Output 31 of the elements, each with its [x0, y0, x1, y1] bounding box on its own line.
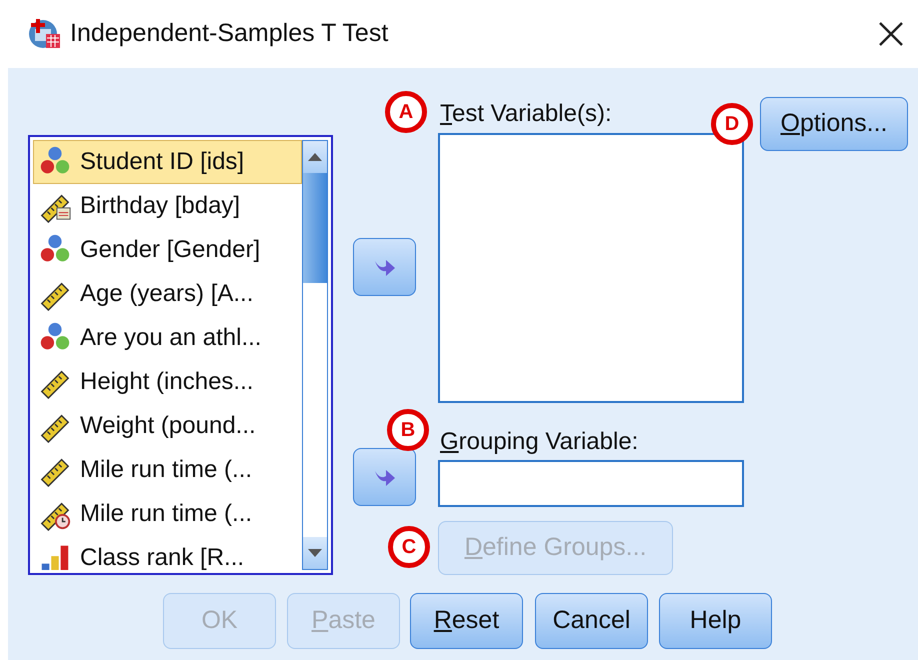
dialog-button[interactable]: Help — [659, 593, 772, 649]
window-title: Independent-Samples T Test — [70, 18, 390, 50]
variable-item[interactable]: Mile run time (... — [33, 448, 302, 492]
field-label: Test Variable(s): — [440, 99, 612, 129]
variable-item[interactable]: Height (inches... — [33, 360, 302, 404]
callout-marker: D — [711, 103, 753, 145]
callout-marker: C — [388, 526, 430, 568]
dialog-button[interactable]: Reset — [410, 593, 523, 649]
callout-marker: B — [387, 409, 429, 451]
scroll-down-icon[interactable] — [308, 549, 322, 557]
close-icon[interactable] — [878, 21, 904, 47]
options-button[interactable]: Options... — [760, 97, 908, 151]
test-variable-list[interactable] — [438, 133, 744, 403]
move-button[interactable] — [353, 448, 416, 506]
scroll-thumb[interactable] — [303, 173, 327, 283]
variable-item[interactable]: Gender [Gender] — [33, 228, 302, 272]
variable-item[interactable]: Student ID [ids] — [33, 140, 302, 184]
grouping-variable-field[interactable] — [438, 460, 744, 507]
callout-marker: A — [385, 91, 427, 133]
scrollbar[interactable] — [302, 140, 328, 570]
variable-item[interactable]: Birthday [bday] — [33, 184, 302, 228]
variable-item[interactable]: Class rank [R... — [33, 536, 302, 570]
move-button[interactable] — [353, 238, 416, 296]
variable-item[interactable]: Weight (pound... — [33, 404, 302, 448]
field-label: Grouping Variable: — [440, 427, 638, 457]
variable-item[interactable]: Mile run time (... — [33, 492, 302, 536]
app-icon — [28, 17, 62, 51]
variable-item[interactable]: Age (years) [A... — [33, 272, 302, 316]
scroll-up-icon[interactable] — [308, 153, 322, 161]
dialog-button[interactable]: Cancel — [535, 593, 648, 649]
variable-item[interactable]: Are you an athl... — [33, 316, 302, 360]
